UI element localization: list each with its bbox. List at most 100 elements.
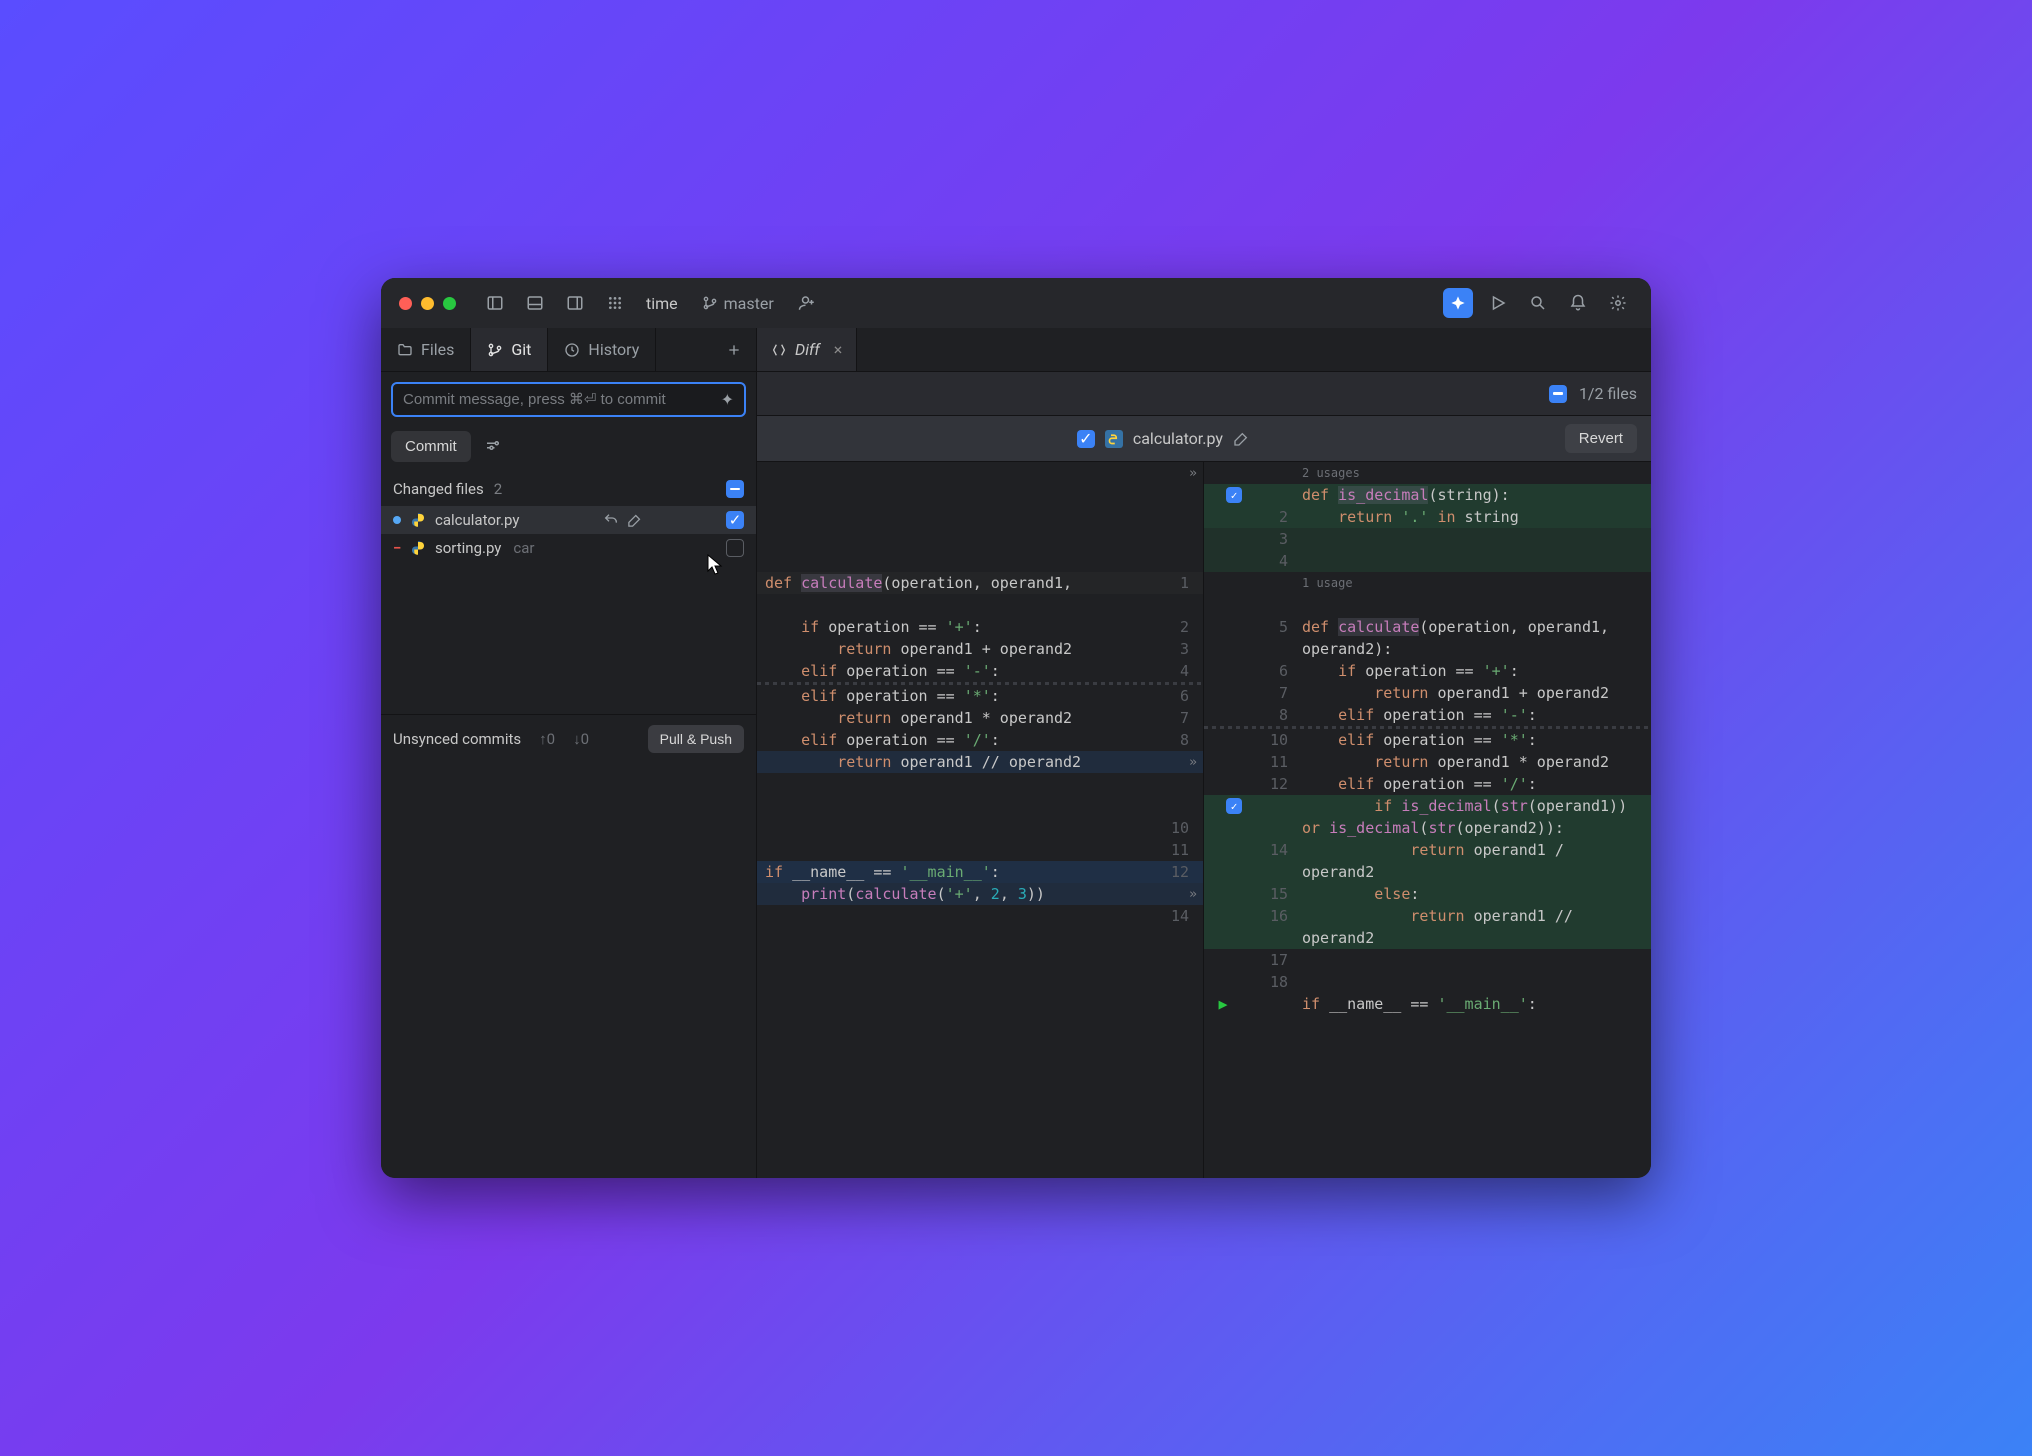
diff-line[interactable]: 10	[757, 817, 1203, 839]
search-icon[interactable]	[1523, 288, 1553, 318]
diff-line[interactable]: 12 elif operation == '/':	[1204, 773, 1651, 795]
diff-line[interactable]	[757, 506, 1203, 528]
diff-line[interactable]	[757, 484, 1203, 506]
diff-line[interactable]: operand2):	[1204, 638, 1651, 660]
window-minimize-button[interactable]	[421, 297, 434, 310]
edit-file-icon[interactable]	[627, 513, 642, 528]
diff-line[interactable]	[757, 773, 1203, 795]
main-area: ✦ Commit Changed files 2 calculator.py ✓…	[381, 372, 1651, 1178]
diff-line[interactable]	[757, 795, 1203, 817]
diff-line[interactable]: operand2	[1204, 861, 1651, 883]
diff-line[interactable]: 11 return operand1 * operand2	[1204, 751, 1651, 773]
select-all-checkbox[interactable]	[726, 480, 744, 498]
changed-file-row[interactable]: −sorting.pycar	[381, 534, 756, 562]
run-gutter-icon[interactable]: ▶	[1218, 995, 1227, 1013]
run-icon[interactable]	[1483, 288, 1513, 318]
pull-push-button[interactable]: Pull & Push	[648, 725, 744, 753]
file-checkbox[interactable]: ✓	[1077, 430, 1095, 448]
notifications-icon[interactable]	[1563, 288, 1593, 318]
commit-message-input[interactable]	[403, 391, 715, 408]
diff-line[interactable]: return operand1 + operand23	[757, 638, 1203, 660]
diff-line[interactable]: 7 return operand1 + operand2	[1204, 682, 1651, 704]
diff-line[interactable]: return operand1 * operand27	[757, 707, 1203, 729]
hunk-checkbox[interactable]: ✓	[1226, 487, 1242, 503]
tab-files[interactable]: Files	[381, 328, 471, 371]
window-close-button[interactable]	[399, 297, 412, 310]
edit-icon[interactable]	[1233, 431, 1249, 447]
revert-file-icon[interactable]	[603, 512, 619, 528]
window-maximize-button[interactable]	[443, 297, 456, 310]
diff-line[interactable]: 8 elif operation == '-':	[1204, 704, 1651, 726]
diff-line[interactable]: print(calculate('+', 2, 3))»	[757, 883, 1203, 905]
diff-line[interactable]: 10 elif operation == '*':	[1204, 729, 1651, 751]
diff-line[interactable]	[1204, 594, 1651, 616]
revert-button[interactable]: Revert	[1565, 424, 1637, 453]
commit-button[interactable]: Commit	[391, 431, 471, 462]
apps-grid-icon[interactable]	[600, 288, 630, 318]
ai-assistant-icon[interactable]	[1443, 288, 1473, 318]
expand-icon[interactable]: »	[1189, 887, 1197, 902]
diff-line[interactable]: operand2	[1204, 927, 1651, 949]
diff-line[interactable]: or is_decimal(str(operand2)):	[1204, 817, 1651, 839]
diff-line[interactable]	[757, 528, 1203, 550]
settings-icon[interactable]	[1603, 288, 1633, 318]
sidebar-bottom-icon[interactable]	[520, 288, 550, 318]
diff-left-column: » def calculate(operation, operand1, 1 i…	[757, 462, 1204, 1178]
diff-line[interactable]	[757, 550, 1203, 572]
diff-line[interactable]: elif operation == '/':8	[757, 729, 1203, 751]
file-checkbox[interactable]: ✓	[726, 511, 744, 529]
title-bar: time master	[381, 278, 1651, 328]
add-user-icon[interactable]	[792, 288, 822, 318]
diff-line[interactable]: if operation == '+':2	[757, 616, 1203, 638]
branch-icon	[487, 342, 503, 358]
branch-name: master	[724, 294, 774, 313]
diff-line[interactable]: return operand1 // operand2»	[757, 751, 1203, 773]
diff-line[interactable]: if __name__ == '__main__':12	[757, 861, 1203, 883]
fold-icon[interactable]: »	[1189, 466, 1197, 481]
diff-body: » def calculate(operation, operand1, 1 i…	[757, 462, 1651, 1178]
diff-line[interactable]: 18	[1204, 971, 1651, 993]
diff-line[interactable]: 14 return operand1 /	[1204, 839, 1651, 861]
close-tab-icon[interactable]: ×	[834, 340, 843, 359]
status-deleted-icon: −	[393, 539, 401, 557]
tab-git[interactable]: Git	[471, 328, 548, 371]
diff-line[interactable]: 3	[1204, 528, 1651, 550]
changed-files-header: Changed files 2	[381, 472, 756, 506]
ai-generate-icon[interactable]: ✦	[721, 390, 734, 409]
diff-line[interactable]: 14	[757, 905, 1203, 927]
commit-input-wrap[interactable]: ✦	[391, 382, 746, 417]
diff-line[interactable]: 17	[1204, 949, 1651, 971]
sidebar-right-icon[interactable]	[560, 288, 590, 318]
editor-tab-diff[interactable]: Diff ×	[757, 328, 857, 371]
diff-line[interactable]: 4	[1204, 550, 1651, 572]
folder-icon	[397, 342, 413, 358]
diff-line[interactable]: ✓def is_decimal(string):	[1204, 484, 1651, 506]
diff-file-header: ✓ calculator.py Revert	[757, 416, 1651, 462]
diff-line[interactable]: 6 if operation == '+':	[1204, 660, 1651, 682]
diff-line[interactable]	[757, 594, 1203, 616]
diff-line[interactable]: 5def calculate(operation, operand1,	[1204, 616, 1651, 638]
expand-icon[interactable]: »	[1189, 755, 1197, 770]
add-tab-button[interactable]	[712, 328, 756, 371]
diff-line[interactable]: 2 return '.' in string	[1204, 506, 1651, 528]
diff-line[interactable]: 16 return operand1 //	[1204, 905, 1651, 927]
diff-line[interactable]: 11	[757, 839, 1203, 861]
sidebar-left-icon[interactable]	[480, 288, 510, 318]
diff-line[interactable]: ✓ if is_decimal(str(operand1))	[1204, 795, 1651, 817]
branch-selector[interactable]: master	[694, 288, 782, 318]
status-modified-icon	[393, 516, 401, 524]
diff-select-all-checkbox[interactable]	[1549, 385, 1567, 403]
hunk-checkbox[interactable]: ✓	[1226, 798, 1242, 814]
diff-line[interactable]: ▶if __name__ == '__main__':	[1204, 993, 1651, 1015]
changed-file-row[interactable]: calculator.py ✓	[381, 506, 756, 534]
window-controls	[399, 297, 456, 310]
project-name[interactable]: time	[640, 294, 684, 313]
diff-line[interactable]: 15 else:	[1204, 883, 1651, 905]
diff-line[interactable]: def calculate(operation, operand1, 1	[757, 572, 1203, 594]
diff-line[interactable]: elif operation == '*':6	[757, 685, 1203, 707]
tab-history[interactable]: History	[548, 328, 656, 371]
diff-line[interactable]: elif operation == '-':4	[757, 660, 1203, 682]
diff-header: 1/2 files	[757, 372, 1651, 416]
commit-options-icon[interactable]	[481, 435, 505, 459]
file-checkbox[interactable]	[726, 539, 744, 557]
